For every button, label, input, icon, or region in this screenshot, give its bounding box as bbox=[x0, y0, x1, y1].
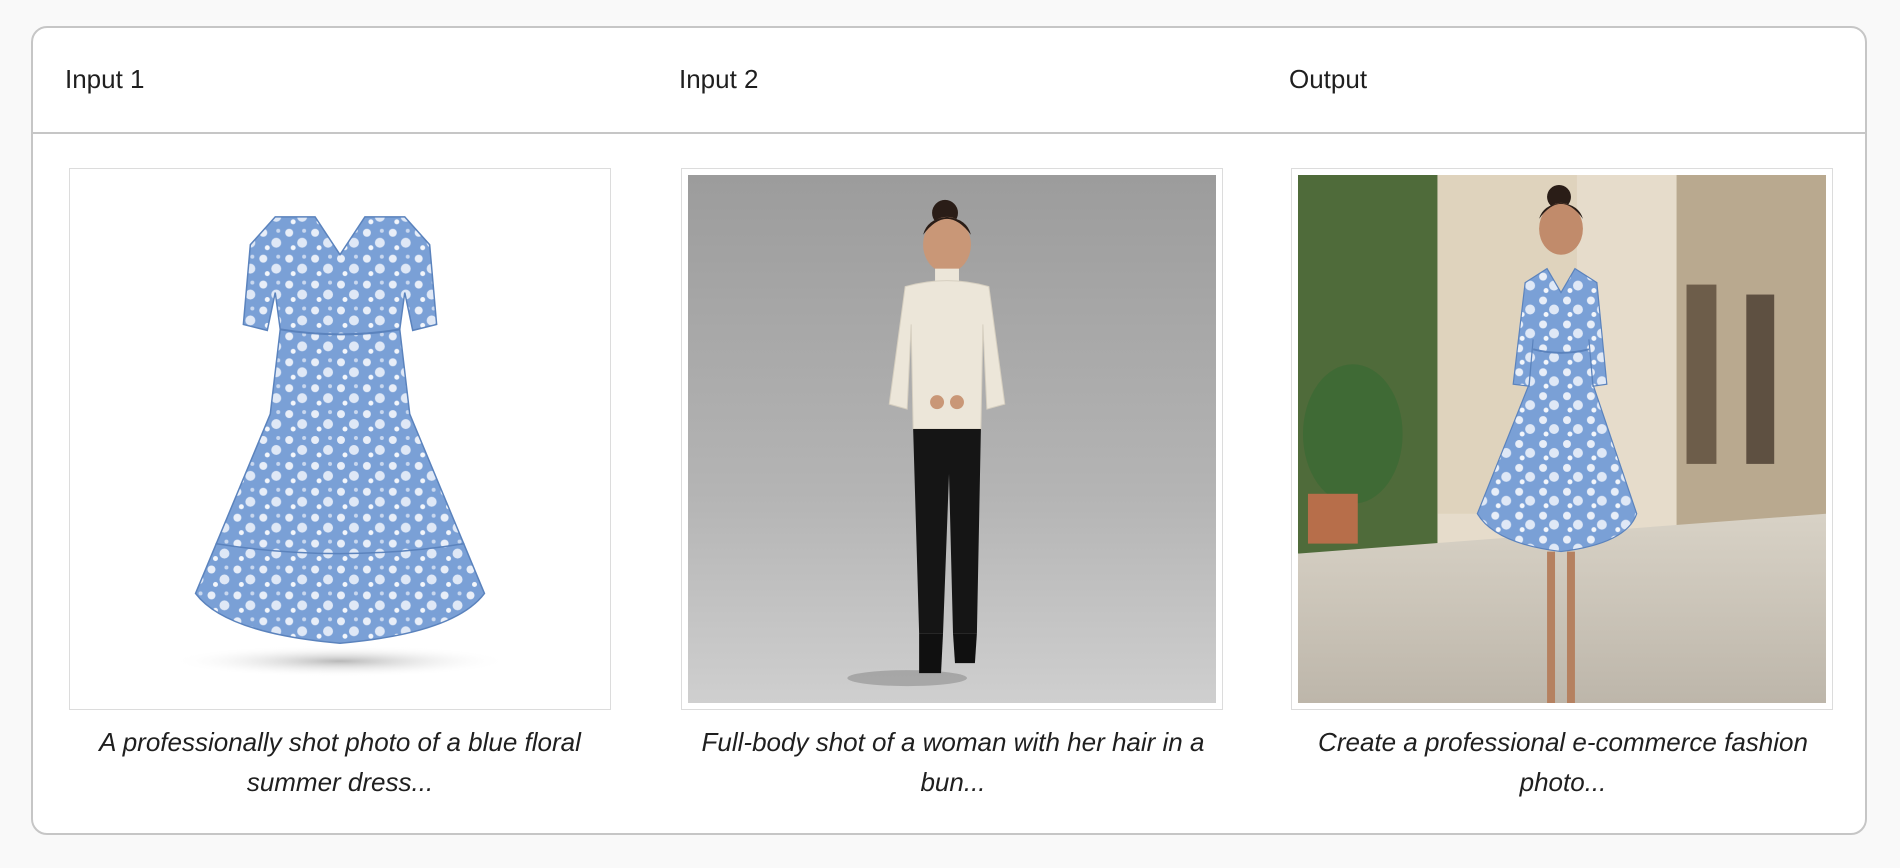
caption-output: Create a professional e-commerce fashion… bbox=[1318, 727, 1808, 797]
output-image[interactable] bbox=[1291, 168, 1833, 710]
caption-input-1: A professionally shot photo of a blue fl… bbox=[99, 727, 581, 797]
column-title-output: Output bbox=[1289, 64, 1368, 94]
column-title-input-1: Input 1 bbox=[65, 64, 145, 94]
model-photo bbox=[688, 175, 1216, 703]
dress-product-photo bbox=[76, 175, 604, 703]
input-1-image[interactable] bbox=[69, 168, 611, 710]
input-2-image[interactable] bbox=[681, 168, 1223, 710]
card-header: Input 1 Input 2 Output bbox=[33, 28, 1865, 134]
caption-input-2: Full-body shot of a woman with her hair … bbox=[701, 727, 1205, 797]
comparison-card: Input 1 Input 2 Output A professionally … bbox=[31, 26, 1867, 835]
column-title-input-2: Input 2 bbox=[679, 64, 759, 94]
generated-fashion-photo bbox=[1298, 175, 1826, 703]
